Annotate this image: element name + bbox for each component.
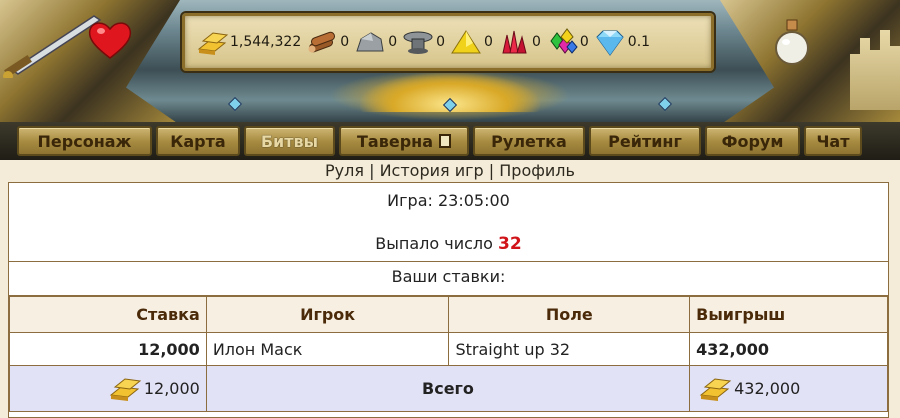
health-heart-icon[interactable] — [88, 20, 132, 60]
diamonds-amount: 0.1 — [627, 34, 651, 50]
gold-bars-icon — [699, 377, 732, 401]
nav-label: Битвы — [260, 131, 319, 151]
stone-icon — [356, 32, 384, 52]
nav-label: Карта — [170, 131, 226, 151]
total-row: 12,000 Всего 432,000 — [9, 365, 888, 412]
sulfur-amount: 0 — [484, 34, 493, 50]
resource-wood[interactable]: 0 — [305, 27, 349, 57]
gold-bars-icon — [109, 377, 142, 401]
iron-anvil-icon — [403, 31, 433, 54]
header-stake: Ставка — [9, 296, 207, 333]
resource-rubies[interactable]: 0 — [497, 27, 541, 57]
total-stake-wrap: 12,000 — [10, 375, 206, 403]
nav-tavern[interactable]: Таверна — [339, 126, 469, 156]
resource-gems[interactable]: 0 — [545, 27, 589, 57]
nav-label: Чат — [816, 131, 850, 151]
link-separator: | — [488, 161, 495, 180]
nav-label: Рулетка — [491, 131, 567, 151]
game-header: 1,544,322 0 0 0 0 0 0 0.1 — [0, 0, 900, 125]
total-win-wrap: 432,000 — [690, 375, 887, 403]
winning-number: 32 — [498, 234, 522, 254]
game-time: Игра: 23:05:00 — [387, 191, 510, 210]
iron-amount: 0 — [436, 34, 446, 50]
header-field: Поле — [448, 296, 691, 333]
gems-amount: 0 — [579, 34, 589, 50]
nav-character[interactable]: Персонаж — [17, 126, 152, 156]
gem-ornament-icon — [227, 96, 243, 112]
total-label: Всего — [205, 365, 691, 412]
wood-logs-icon — [308, 31, 336, 53]
nav-battles[interactable]: Битвы — [244, 126, 335, 156]
table-header-row: Ставка Игрок Поле Выигрыш — [9, 296, 888, 333]
cell-win: 432,000 — [689, 332, 888, 366]
nav-label: Рейтинг — [608, 131, 682, 151]
game-result-panel: Игра: 23:05:00 Выпало число 32 Ваши став… — [8, 182, 889, 418]
link-profile[interactable]: Профиль — [499, 161, 575, 180]
link-separator: | — [369, 161, 375, 180]
result-line: Выпало число 32 — [9, 234, 888, 254]
total-stake: 12,000 — [143, 379, 200, 398]
sulfur-pile-icon — [451, 30, 481, 54]
header-player: Игрок — [205, 296, 450, 333]
gem-ornament-icon — [657, 96, 673, 112]
nav-label: Таверна — [357, 131, 433, 151]
link-roulette[interactable]: Руля — [325, 161, 364, 180]
header-win: Выигрыш — [689, 296, 888, 333]
cell-player[interactable]: Илон Маск — [205, 332, 450, 366]
sub-navigation: Руля | История игр | Профиль — [0, 161, 900, 183]
tavern-book-icon — [439, 134, 451, 148]
rubies-amount: 0 — [531, 34, 541, 50]
resource-bar: 1,544,322 0 0 0 0 0 0 0.1 — [182, 13, 714, 71]
crystals-icon — [502, 30, 527, 54]
cell-field: Straight up 32 — [448, 332, 691, 366]
bets-title: Ваши ставки: — [391, 267, 506, 286]
main-nav: Персонаж Карта Битвы Таверна Рулетка Рей… — [0, 122, 900, 160]
diamond-icon — [596, 30, 624, 56]
nav-roulette[interactable]: Рулетка — [473, 126, 585, 156]
resource-stone[interactable]: 0 — [353, 27, 397, 57]
divider — [9, 261, 888, 262]
link-game-history[interactable]: История игр — [380, 161, 484, 180]
resource-iron[interactable]: 0 — [401, 27, 445, 57]
bets-table: Ставка Игрок Поле Выигрыш 12,000 Илон Ма… — [9, 296, 888, 412]
nav-chat[interactable]: Чат — [804, 126, 862, 156]
stone-amount: 0 — [388, 34, 398, 50]
total-stake-cell: 12,000 — [9, 365, 207, 412]
resource-diamonds[interactable]: 0.1 — [593, 27, 650, 57]
cell-stake: 12,000 — [9, 332, 207, 366]
nav-label: Персонаж — [37, 131, 132, 151]
nav-forum[interactable]: Форум — [705, 126, 800, 156]
mana-potion-icon[interactable] — [770, 18, 814, 66]
nav-rating[interactable]: Рейтинг — [589, 126, 701, 156]
wood-amount: 0 — [340, 34, 350, 50]
result-label: Выпало число — [375, 234, 493, 253]
resource-sulfur[interactable]: 0 — [449, 27, 493, 57]
nav-map[interactable]: Карта — [156, 126, 240, 156]
total-win: 432,000 — [734, 379, 801, 398]
total-win-cell: 432,000 — [689, 365, 888, 412]
gold-amount: 1,544,322 — [230, 34, 302, 50]
resource-gold[interactable]: 1,544,322 — [195, 27, 301, 57]
gems-icon — [550, 28, 578, 54]
gold-bars-icon — [197, 32, 229, 55]
table-row: 12,000 Илон Маск Straight up 32 432,000 — [9, 332, 888, 366]
nav-label: Форум — [721, 131, 784, 151]
